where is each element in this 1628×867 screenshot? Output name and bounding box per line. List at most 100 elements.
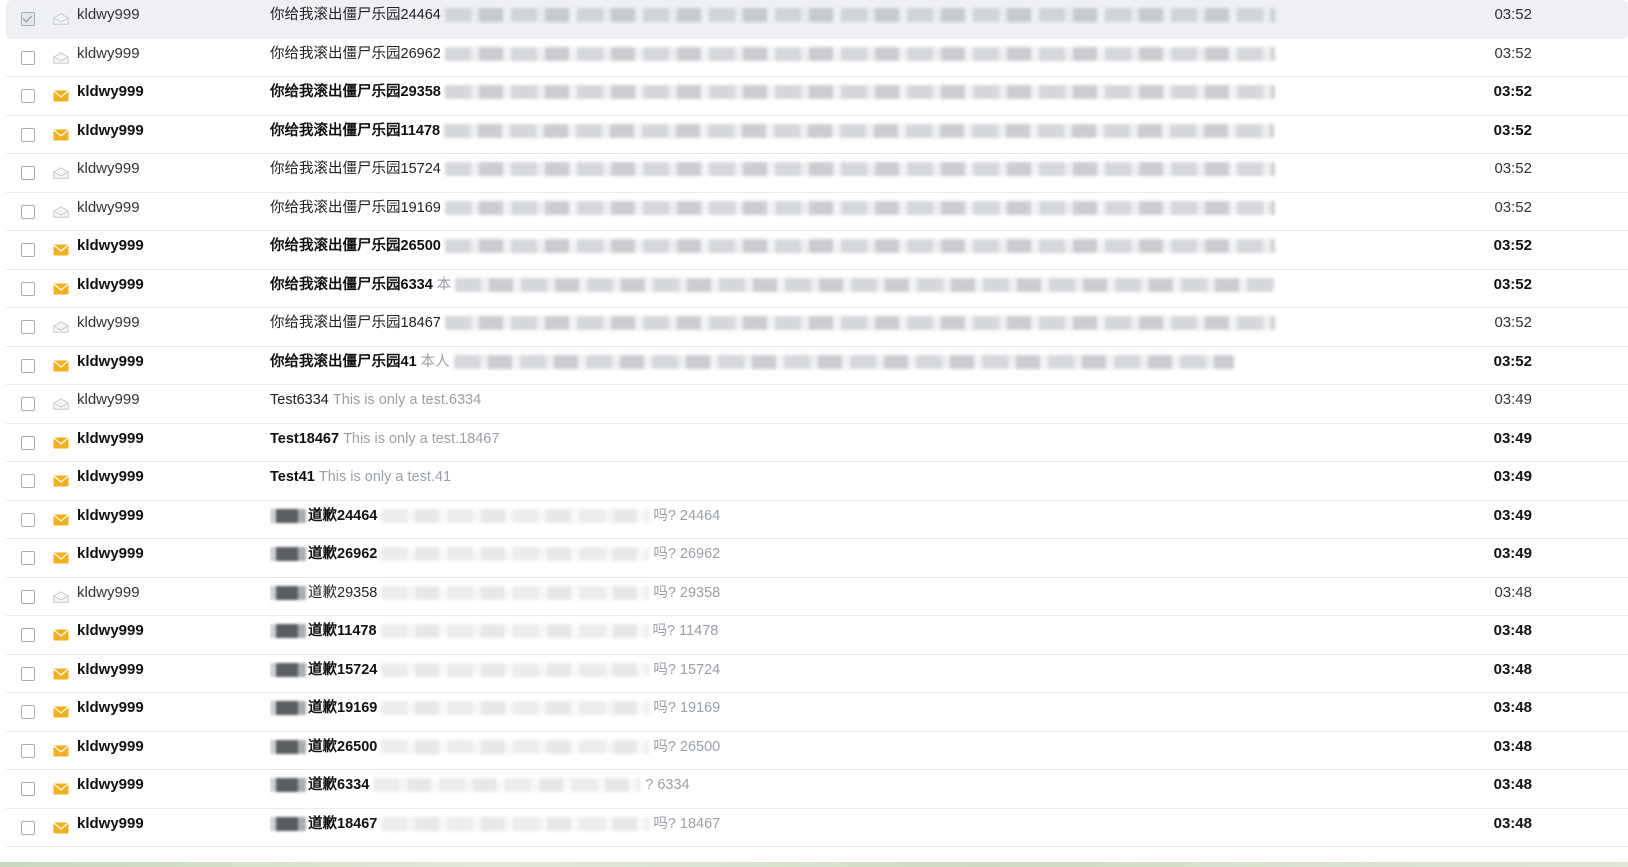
sender-name: kldwy999 [77, 44, 140, 62]
subject-text: 你给我滚出僵尸乐园15724 [270, 161, 441, 177]
row-checkbox[interactable] [21, 705, 35, 719]
preview-text: ? 6334 [645, 777, 690, 793]
sender-name: kldwy999 [77, 506, 144, 524]
subject-line: 你给我滚出僵尸乐园18467 [270, 308, 1320, 338]
row-checkbox[interactable] [21, 589, 35, 604]
received-time: 03:48 [1493, 699, 1532, 716]
subject-line: Test18467 This is only a test.18467 [270, 424, 1320, 454]
sender-name: kldwy999 [77, 814, 144, 832]
received-time: 03:52 [1494, 160, 1532, 177]
mail-row[interactable]: kldwy999 你给我滚出僵尸乐园18467 03:52 [6, 308, 1628, 347]
received-time: 03:52 [1493, 352, 1532, 370]
mail-row[interactable]: kldwy999 道歉26962 吗? 26962 03:49 [6, 539, 1628, 578]
redacted-preview [381, 701, 650, 716]
sender-name: kldwy999 [77, 699, 144, 716]
envelope-open-icon [53, 13, 69, 25]
mail-row[interactable]: kldwy999 道歉26500 吗? 26500 03:48 [6, 732, 1628, 770]
subject-line: 你给我滚出僵尸乐园19169 [270, 193, 1320, 223]
mail-row[interactable]: kldwy999 Test41 This is only a test.41 03:4… [6, 462, 1628, 501]
mail-row[interactable]: kldwy999 你给我滚出僵尸乐园26500 03:52 [6, 231, 1628, 270]
mail-row[interactable]: kldwy999 你给我滚出僵尸乐园15724 03:52 [6, 154, 1628, 193]
redacted-preview [444, 239, 1275, 254]
row-checkbox[interactable] [21, 320, 35, 334]
mail-row[interactable]: kldwy999 道歉15724 吗? 15724 03:48 [6, 655, 1628, 693]
mail-row[interactable]: kldwy999 你给我滚出僵尸乐园41 本人 03:52 [6, 347, 1628, 385]
received-time: 03:48 [1493, 660, 1532, 678]
subject-text: Test18467 [270, 430, 340, 447]
row-checkbox[interactable] [21, 435, 35, 450]
mail-row[interactable]: kldwy999 你给我滚出僵尸乐园26962 03:52 [6, 39, 1628, 77]
row-checkbox[interactable] [21, 89, 35, 103]
row-checkbox[interactable] [21, 166, 35, 180]
preview-text: This is only a test.18467 [343, 430, 500, 447]
row-checkbox[interactable] [21, 243, 35, 257]
mail-row[interactable]: kldwy999 Test18467 This is only a test.184… [6, 424, 1628, 462]
row-checkbox[interactable] [21, 782, 35, 796]
row-checkbox[interactable] [21, 628, 35, 642]
row-checkbox[interactable] [21, 743, 35, 758]
subject-line: 道歉6334 ? 6334 [270, 770, 1320, 800]
mail-row[interactable]: kldwy999 Test6334 This is only a test.6334… [6, 385, 1628, 424]
subject-text: 道歉24464 [308, 507, 378, 524]
envelope-open-icon [53, 205, 69, 218]
row-checkbox[interactable] [21, 397, 35, 411]
subject-text: Test41 [270, 469, 315, 485]
row-checkbox[interactable] [21, 474, 35, 488]
row-checkbox[interactable] [21, 666, 35, 681]
redacted-preview [381, 585, 650, 600]
mail-row[interactable]: kldwy999 你给我滚出僵尸乐园24464 03:52 [6, 0, 1628, 39]
mail-row[interactable]: kldwy999 道歉19169 吗? 19169 03:48 [6, 693, 1628, 732]
mail-row[interactable]: kldwy999 道歉29358 吗? 29358 03:48 [6, 578, 1628, 616]
mail-row[interactable]: kldwy999 你给我滚出僵尸乐园11478 03:52 [6, 116, 1628, 154]
mail-row[interactable]: kldwy999 道歉6334 ? 6334 03:48 [6, 770, 1628, 809]
row-checkbox[interactable] [21, 127, 35, 142]
subject-text: 道歉15724 [308, 661, 378, 678]
subject-line: 道歉18467 吗? 18467 [270, 809, 1320, 839]
envelope-closed-icon [53, 475, 69, 487]
subject-text: 道歉18467 [308, 815, 378, 832]
redacted-block [270, 624, 306, 639]
received-time: 03:52 [1494, 314, 1532, 331]
subject-line: 你给我滚出僵尸乐园11478 [270, 116, 1320, 146]
received-time: 03:52 [1494, 198, 1532, 216]
redacted-block [270, 739, 306, 754]
subject-line: 道歉19169 吗? 19169 [270, 693, 1320, 723]
preview-text: 吗? 26500 [653, 738, 721, 755]
mail-row[interactable]: kldwy999 你给我滚出僵尸乐园19169 03:52 [6, 193, 1628, 231]
mail-row[interactable]: kldwy999 道歉11478 吗? 11478 03:48 [6, 616, 1628, 655]
row-checkbox[interactable] [21, 50, 35, 65]
row-checkbox[interactable] [21, 551, 35, 565]
subject-line: Test41 This is only a test.41 [270, 462, 1320, 492]
redacted-block [270, 508, 306, 523]
mail-row[interactable]: kldwy999 你给我滚出僵尸乐园29358 03:52 [6, 77, 1628, 116]
row-checkbox[interactable] [21, 358, 35, 373]
subject-text: 道歉6334 [308, 777, 370, 793]
redacted-preview [444, 123, 1275, 138]
mail-row[interactable]: kldwy999 你给我滚出僵尸乐园6334 本 03:52 [6, 270, 1628, 308]
sender-name: kldwy999 [77, 121, 144, 139]
redacted-block [270, 547, 306, 562]
row-checkbox[interactable] [21, 12, 35, 26]
envelope-open-icon [53, 321, 69, 333]
row-checkbox[interactable] [21, 204, 35, 219]
row-checkbox[interactable] [21, 512, 35, 527]
sender-name: kldwy999 [77, 391, 140, 408]
sender-name: kldwy999 [77, 776, 144, 793]
preview-text: 吗? 19169 [653, 700, 721, 716]
subject-line: 道歉29358 吗? 29358 [270, 578, 1320, 608]
mail-row[interactable]: kldwy999 道歉18467 吗? 18467 03:48 [6, 809, 1628, 847]
row-checkbox[interactable] [21, 820, 35, 835]
envelope-closed-icon [53, 552, 69, 564]
redacted-block [270, 816, 306, 831]
subject-line: 道歉15724 吗? 15724 [270, 655, 1320, 685]
received-time: 03:48 [1493, 814, 1532, 832]
received-time: 03:52 [1493, 237, 1532, 254]
sender-name: kldwy999 [77, 314, 140, 331]
subject-text: 你给我滚出僵尸乐园26500 [270, 238, 441, 254]
subject-line: 你给我滚出僵尸乐园26962 [270, 39, 1320, 69]
redacted-preview [381, 547, 650, 562]
row-checkbox[interactable] [21, 281, 35, 296]
subject-text: 道歉19169 [308, 700, 378, 716]
mail-row[interactable]: kldwy999 道歉24464 吗? 24464 03:49 [6, 501, 1628, 539]
redacted-preview [444, 8, 1275, 23]
